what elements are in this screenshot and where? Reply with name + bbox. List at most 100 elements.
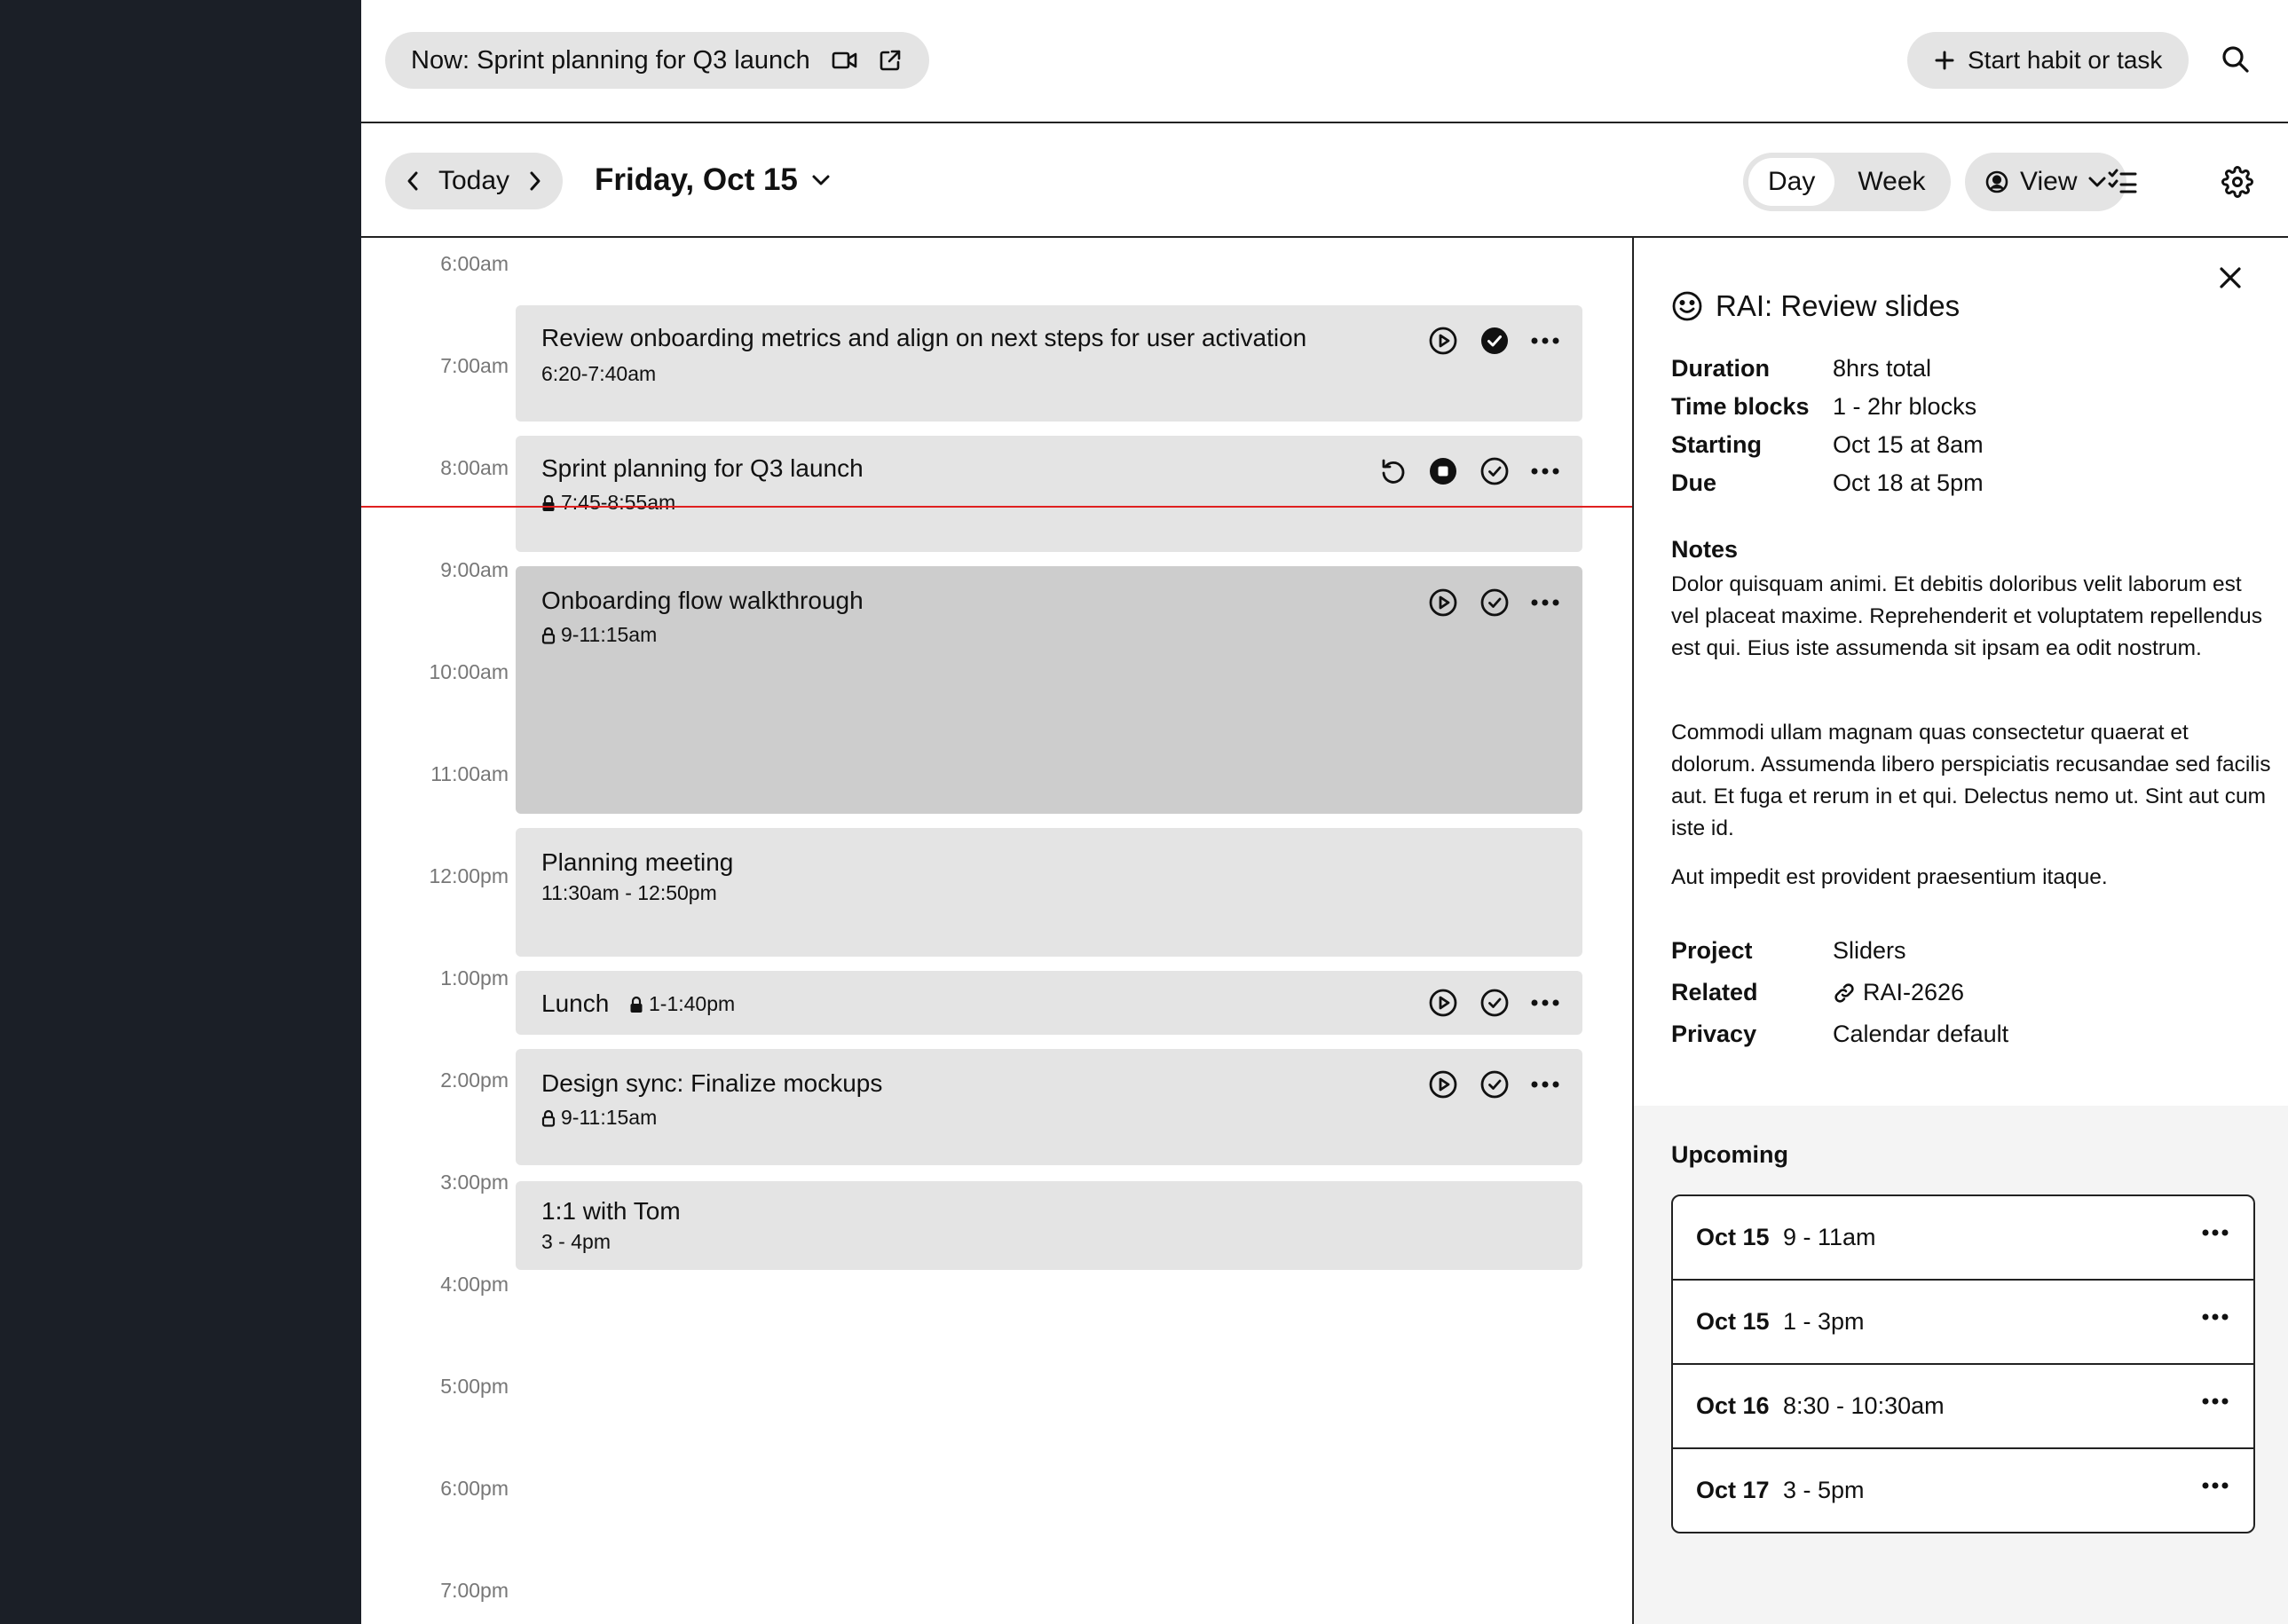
play-circle-icon[interactable] (1428, 587, 1458, 618)
field-label: Related (1671, 979, 1758, 1005)
event-time-text: 6:20-7:40am (541, 362, 657, 385)
play-circle-icon[interactable] (1428, 326, 1458, 356)
more-horizontal-icon[interactable] (2202, 1397, 2229, 1406)
time-label: 11:00am (430, 762, 509, 785)
event-actions (1378, 456, 1559, 486)
start-habit-button[interactable]: Start habit or task (1907, 32, 2189, 89)
upcoming-list: Oct 15 9 - 11am Oct 15 1 - 3pm Oct 16 8:… (1671, 1194, 2255, 1533)
upcoming-item[interactable]: Oct 17 3 - 5pm (1673, 1449, 2253, 1532)
time-label: 5:00pm (440, 1375, 509, 1398)
more-horizontal-icon[interactable] (2202, 1313, 2229, 1321)
upcoming-item[interactable]: Oct 15 9 - 11am (1673, 1196, 2253, 1281)
event-title: Planning meeting (541, 848, 734, 876)
more-horizontal-icon[interactable] (2202, 1228, 2229, 1237)
chevron-right-icon[interactable] (527, 169, 543, 193)
view-dropdown[interactable]: View (1965, 153, 2127, 211)
more-horizontal-icon[interactable] (1531, 998, 1559, 1007)
upcoming-time: 8:30 - 10:30am (1783, 1392, 1945, 1419)
event-time: 9-11:15am (541, 623, 657, 647)
time-label: 12:00pm (429, 864, 509, 887)
smiley-icon (1671, 290, 1703, 322)
lock-icon (541, 494, 556, 512)
check-circle-filled-icon[interactable] (1479, 326, 1510, 356)
field-label: Project (1671, 937, 1753, 964)
more-horizontal-icon[interactable] (1531, 336, 1559, 345)
event-card[interactable]: Design sync: Finalize mockups 9-11:15am (516, 1049, 1582, 1165)
event-actions (1428, 1069, 1559, 1100)
event-time-text: 7:45-8:55am (561, 491, 676, 514)
now-playing-label: Now: Sprint planning for Q3 launch (411, 45, 810, 75)
time-label: 7:00am (440, 354, 509, 377)
event-card[interactable]: Lunch 1-1:40pm (516, 971, 1582, 1035)
event-card-active[interactable]: Sprint planning for Q3 launch 7:45-8:55a… (516, 436, 1582, 552)
main-area: Now: Sprint planning for Q3 launch Start… (361, 0, 2288, 1624)
today-button[interactable]: Today (438, 166, 509, 196)
event-card[interactable]: 1:1 with Tom 3 - 4pm (516, 1181, 1582, 1270)
app-sidebar (0, 0, 361, 1624)
now-playing-pill[interactable]: Now: Sprint planning for Q3 launch (385, 32, 929, 89)
close-icon[interactable] (2217, 264, 2244, 291)
gear-icon[interactable] (2221, 166, 2253, 198)
event-title: Review onboarding metrics and align on n… (541, 324, 1307, 351)
field-value: Calendar default (1833, 1021, 2009, 1047)
field-value: 1 - 2hr blocks (1833, 393, 1977, 420)
event-card[interactable]: Review onboarding metrics and align on n… (516, 305, 1582, 422)
day-view-tab[interactable]: Day (1748, 158, 1835, 206)
event-time-text: 3 - 4pm (541, 1230, 611, 1253)
chevron-left-icon[interactable] (405, 169, 421, 193)
search-icon[interactable] (2221, 44, 2251, 75)
view-mode-toggle: Day Week (1743, 153, 1951, 211)
more-horizontal-icon[interactable] (1531, 467, 1559, 476)
lock-open-icon (541, 627, 556, 644)
view-label: View (2020, 167, 2078, 196)
play-circle-icon[interactable] (1428, 988, 1458, 1018)
task-details: RAI: Review slides Duration 8hrs total T… (1634, 238, 2288, 1106)
date-picker[interactable]: Friday, Oct 15 (595, 162, 832, 198)
check-circle-icon[interactable] (1479, 587, 1510, 618)
check-circle-icon[interactable] (1479, 1069, 1510, 1100)
event-actions (1428, 988, 1559, 1018)
event-time-text: 1-1:40pm (649, 992, 736, 1015)
event-card-selected[interactable]: Onboarding flow walkthrough 9-11:15am (516, 566, 1582, 814)
external-link-icon[interactable] (878, 48, 903, 73)
link-icon (1833, 981, 1856, 1005)
task-list-icon[interactable] (2108, 168, 2138, 194)
chevron-down-icon (810, 173, 832, 187)
time-label: 6:00am (440, 252, 509, 275)
week-view-tab[interactable]: Week (1838, 158, 1945, 206)
day-calendar[interactable]: 6:00am 7:00am 8:00am 9:00am 10:00am 11:0… (361, 238, 1632, 1624)
upcoming-label: Upcoming (1671, 1141, 1788, 1168)
field-value: Oct 18 at 5pm (1833, 469, 1984, 496)
event-card[interactable]: Planning meeting 11:30am - 12:50pm (516, 828, 1582, 957)
check-circle-icon[interactable] (1479, 456, 1510, 486)
privacy-field: Privacy Calendar default (1671, 1021, 2008, 1048)
check-circle-icon[interactable] (1479, 988, 1510, 1018)
time-label: 2:00pm (440, 1068, 509, 1092)
event-time-text: 9-11:15am (561, 1106, 658, 1129)
date-title: Friday, Oct 15 (595, 162, 798, 197)
field-value: Sliders (1833, 937, 1906, 964)
task-details-panel: RAI: Review slides Duration 8hrs total T… (1632, 238, 2288, 1624)
event-title: 1:1 with Tom (541, 1197, 681, 1225)
event-time: 9-11:15am (541, 1106, 657, 1130)
stop-circle-icon[interactable] (1428, 456, 1458, 486)
event-actions (1428, 326, 1559, 356)
upcoming-date: Oct 15 (1696, 1308, 1770, 1335)
related-ticket: RAI-2626 (1863, 979, 1965, 1005)
field-label: Time blocks (1671, 393, 1810, 420)
more-horizontal-icon[interactable] (1531, 1080, 1559, 1089)
today-navigator: Today (385, 153, 564, 209)
play-circle-icon[interactable] (1428, 1069, 1458, 1100)
more-horizontal-icon[interactable] (1531, 598, 1559, 607)
event-actions (1428, 587, 1559, 618)
video-camera-icon[interactable] (832, 50, 858, 71)
lock-open-icon (541, 1109, 556, 1127)
more-horizontal-icon[interactable] (2202, 1481, 2229, 1490)
time-blocks-field: Time blocks 1 - 2hr blocks (1671, 393, 1976, 421)
upcoming-item[interactable]: Oct 16 8:30 - 10:30am (1673, 1365, 2253, 1449)
upcoming-item[interactable]: Oct 15 1 - 3pm (1673, 1281, 2253, 1365)
notes-paragraph: Aut impedit est provident praesentium it… (1671, 865, 2108, 889)
restart-icon[interactable] (1378, 457, 1407, 485)
plus-icon (1934, 50, 1955, 71)
related-link[interactable]: RAI-2626 (1833, 979, 1964, 1006)
